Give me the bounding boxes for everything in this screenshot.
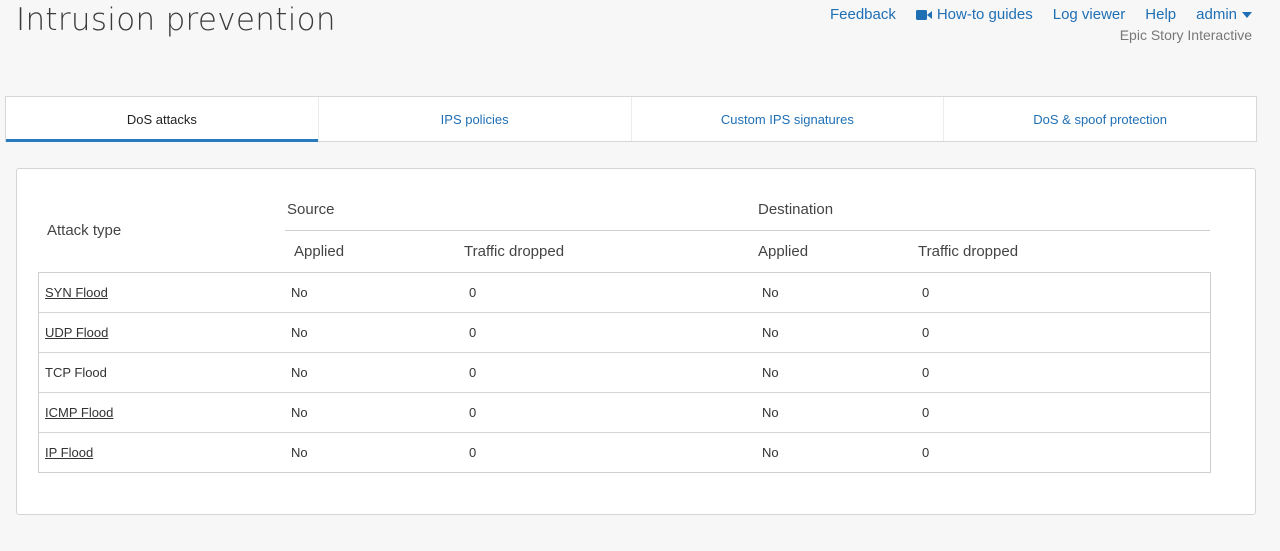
destination-traffic-dropped-value: 0 <box>922 445 930 460</box>
source-header: Source <box>287 201 335 218</box>
attack-type-link[interactable]: SYN Flood <box>45 285 108 300</box>
top-nav: Feedback How-to guides Log viewer Help a… <box>830 6 1252 23</box>
tab-custom-ips-signatures[interactable]: Custom IPS signatures <box>632 97 945 141</box>
admin-label: admin <box>1196 6 1237 23</box>
destination-applied-value: No <box>762 445 779 460</box>
destination-applied-value: No <box>762 325 779 340</box>
source-traffic-dropped-header: Traffic dropped <box>464 243 565 260</box>
dos-attacks-panel: Attack type Source Destination Applied T… <box>16 168 1256 515</box>
caret-down-icon <box>1242 11 1252 18</box>
source-traffic-dropped-value: 0 <box>469 285 477 300</box>
source-traffic-dropped-value: 0 <box>469 445 477 460</box>
source-applied-value: No <box>291 405 308 420</box>
tab-bar: DoS attacks IPS policies Custom IPS sign… <box>5 96 1257 142</box>
source-applied-value: No <box>291 285 308 300</box>
organization-name: Epic Story Interactive <box>1119 27 1252 43</box>
destination-traffic-dropped-header: Traffic dropped <box>918 243 1019 260</box>
destination-header: Destination <box>758 201 834 218</box>
tab-ips-policies[interactable]: IPS policies <box>319 97 632 141</box>
video-camera-icon <box>915 9 932 20</box>
source-traffic-dropped-value: 0 <box>469 365 477 380</box>
header-divider <box>285 230 1210 231</box>
destination-traffic-dropped-value: 0 <box>922 285 930 300</box>
source-traffic-dropped-value: 0 <box>469 325 477 340</box>
how-to-guides-link[interactable]: How-to guides <box>915 6 1033 23</box>
table-row: UDP Flood No 0 No 0 <box>39 313 1210 353</box>
how-to-guides-label: How-to guides <box>936 6 1033 23</box>
destination-applied-value: No <box>762 405 779 420</box>
attack-type-header: Attack type <box>47 222 122 239</box>
source-traffic-dropped-value: 0 <box>469 405 477 420</box>
destination-applied-value: No <box>762 285 779 300</box>
page-title: Intrusion prevention <box>16 2 336 38</box>
log-viewer-link[interactable]: Log viewer <box>1053 6 1126 23</box>
source-applied-value: No <box>291 365 308 380</box>
table-row: TCP Flood No 0 No 0 <box>39 353 1210 393</box>
table-row: SYN Flood No 0 No 0 <box>39 273 1210 313</box>
table-row: ICMP Flood No 0 No 0 <box>39 393 1210 433</box>
attack-type-label: TCP Flood <box>45 365 107 380</box>
destination-applied-header: Applied <box>758 243 809 260</box>
attack-type-link[interactable]: IP Flood <box>45 445 93 460</box>
destination-applied-value: No <box>762 365 779 380</box>
table-row: IP Flood No 0 No 0 <box>39 433 1210 472</box>
dos-attacks-table: SYN Flood No 0 No 0 UDP Flood No 0 No 0 … <box>38 272 1211 473</box>
destination-traffic-dropped-value: 0 <box>922 325 930 340</box>
attack-type-link[interactable]: ICMP Flood <box>45 405 113 420</box>
help-link[interactable]: Help <box>1145 6 1176 23</box>
admin-menu[interactable]: admin <box>1196 6 1252 23</box>
destination-traffic-dropped-value: 0 <box>922 365 930 380</box>
feedback-link[interactable]: Feedback <box>830 6 896 23</box>
source-applied-header: Applied <box>294 243 345 260</box>
source-applied-value: No <box>291 445 308 460</box>
tab-dos-attacks[interactable]: DoS attacks <box>6 97 319 142</box>
attack-type-link[interactable]: UDP Flood <box>45 325 108 340</box>
source-applied-value: No <box>291 325 308 340</box>
tab-dos-spoof-protection[interactable]: DoS & spoof protection <box>944 97 1256 141</box>
destination-traffic-dropped-value: 0 <box>922 405 930 420</box>
